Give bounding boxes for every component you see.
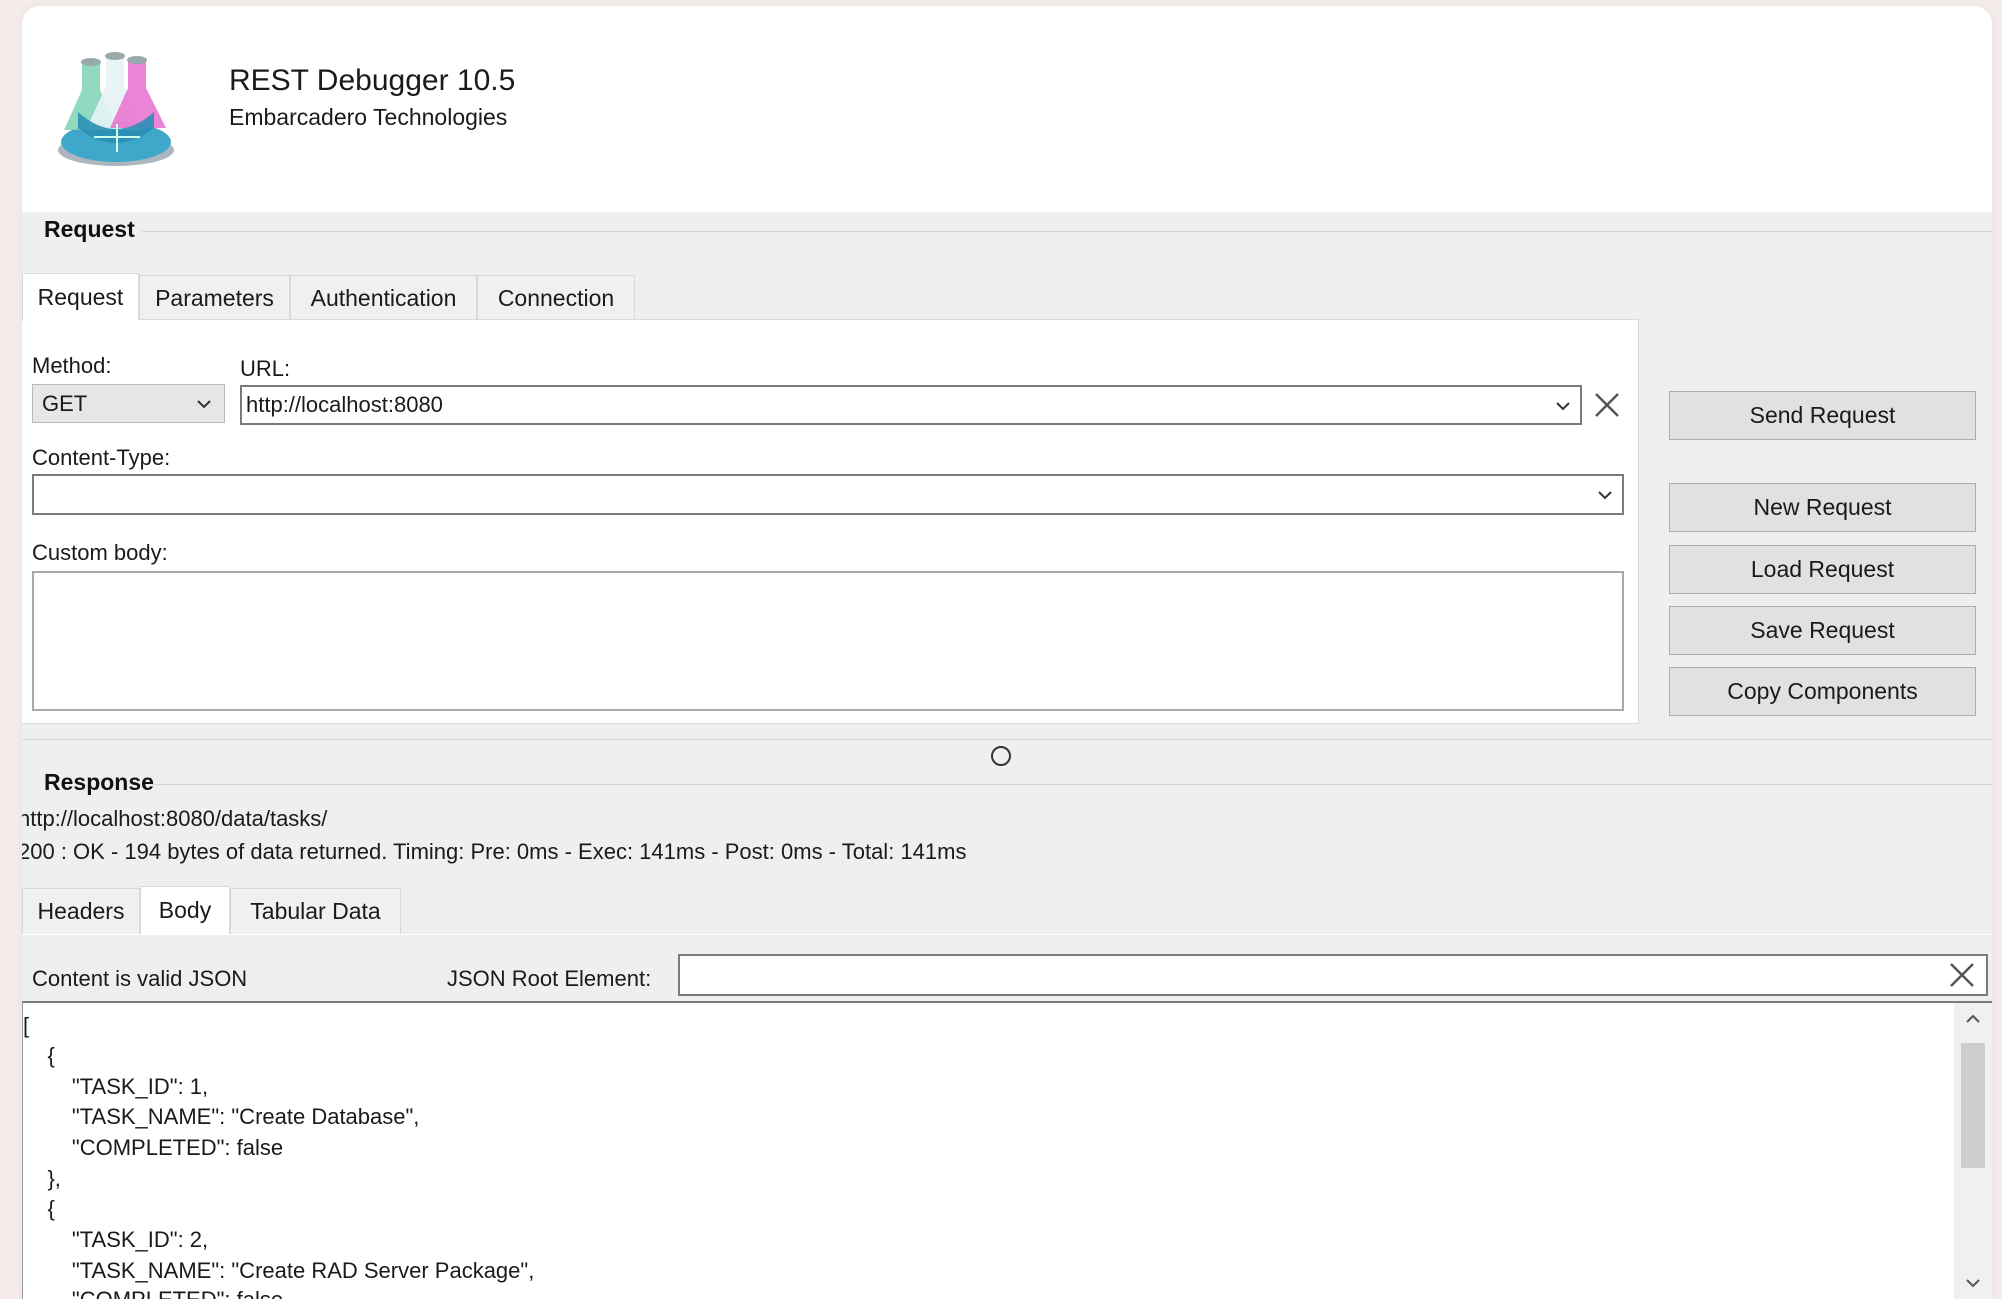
- app-company: Embarcadero Technologies: [229, 104, 508, 130]
- tab-authentication[interactable]: Authentication: [290, 275, 477, 321]
- method-label: Method:: [32, 353, 112, 378]
- valid-json-label: Content is valid JSON: [32, 966, 248, 991]
- load-request-button[interactable]: Load Request: [1669, 545, 1976, 594]
- send-request-button[interactable]: Send Request: [1669, 391, 1976, 440]
- chevron-down-icon[interactable]: [1552, 395, 1574, 417]
- method-select[interactable]: GET: [32, 384, 225, 423]
- tab-request[interactable]: Request: [22, 273, 139, 321]
- chevron-down-icon: [1598, 491, 1612, 500]
- scroll-thumb[interactable]: [1961, 1043, 1985, 1168]
- method-value: GET: [42, 390, 88, 416]
- json-line: {: [23, 1196, 55, 1221]
- tab-parameters[interactable]: Parameters: [139, 275, 290, 321]
- request-group-line: [142, 231, 1992, 232]
- splitter-handle[interactable]: [991, 746, 1011, 766]
- splitter-line: [22, 739, 1992, 740]
- response-tab-underline: [22, 934, 1992, 935]
- clear-url-icon[interactable]: [1592, 390, 1622, 420]
- tab-connection[interactable]: Connection: [477, 275, 635, 321]
- copy-components-button[interactable]: Copy Components: [1669, 667, 1976, 716]
- tab-tabular-data[interactable]: Tabular Data: [230, 888, 401, 934]
- json-line: {: [23, 1043, 55, 1068]
- response-body-viewer[interactable]: [ { "TASK_ID": 1, "TASK_NAME": "Create D…: [22, 1001, 1992, 1299]
- request-group-label: Request: [44, 216, 135, 242]
- url-input[interactable]: http://localhost:8080: [240, 385, 1582, 425]
- save-request-button[interactable]: Save Request: [1669, 606, 1976, 655]
- url-value: http://localhost:8080: [246, 392, 443, 417]
- scroll-down-icon[interactable]: [1963, 1273, 1983, 1293]
- app-title: REST Debugger 10.5: [229, 64, 516, 97]
- scroll-up-icon[interactable]: [1963, 1009, 1983, 1029]
- clear-json-root-icon[interactable]: [1947, 960, 1977, 990]
- tab-headers[interactable]: Headers: [22, 888, 140, 934]
- request-panel: Method: GET URL: http://localhost:8080 C…: [22, 319, 1639, 724]
- rest-debugger-window: REST Debugger 10.5 Embarcadero Technolog…: [22, 6, 1992, 1299]
- json-line: "TASK_NAME": "Create Database",: [23, 1104, 420, 1129]
- json-line: "COMPLETED": false: [23, 1135, 284, 1160]
- tab-body[interactable]: Body: [140, 886, 230, 934]
- response-url: http://localhost:8080/data/tasks/: [22, 806, 328, 831]
- json-line: [: [23, 1013, 30, 1038]
- response-group-line: [152, 784, 1992, 785]
- json-root-label: JSON Root Element:: [447, 966, 652, 991]
- url-label: URL:: [240, 356, 291, 381]
- json-line: "COMPLETED": false: [23, 1287, 283, 1299]
- json-line: },: [23, 1166, 61, 1191]
- json-line: "TASK_ID": 2,: [23, 1227, 209, 1252]
- flask-icon: [58, 52, 174, 166]
- vertical-scrollbar[interactable]: [1954, 1003, 1992, 1299]
- content-type-select[interactable]: [32, 474, 1624, 515]
- content-type-label: Content-Type:: [32, 445, 171, 470]
- response-group-label: Response: [44, 769, 154, 795]
- json-root-input[interactable]: [678, 954, 1988, 996]
- json-line: "TASK_ID": 1,: [23, 1074, 209, 1099]
- response-status: 200 : OK - 194 bytes of data returned. T…: [22, 839, 967, 864]
- custom-body-textarea[interactable]: [32, 571, 1624, 711]
- chevron-down-icon: [197, 400, 211, 409]
- app-header: REST Debugger 10.5 Embarcadero Technolog…: [22, 6, 1992, 212]
- new-request-button[interactable]: New Request: [1669, 483, 1976, 532]
- json-line: "TASK_NAME": "Create RAD Server Package"…: [23, 1258, 535, 1283]
- custom-body-label: Custom body:: [32, 540, 168, 565]
